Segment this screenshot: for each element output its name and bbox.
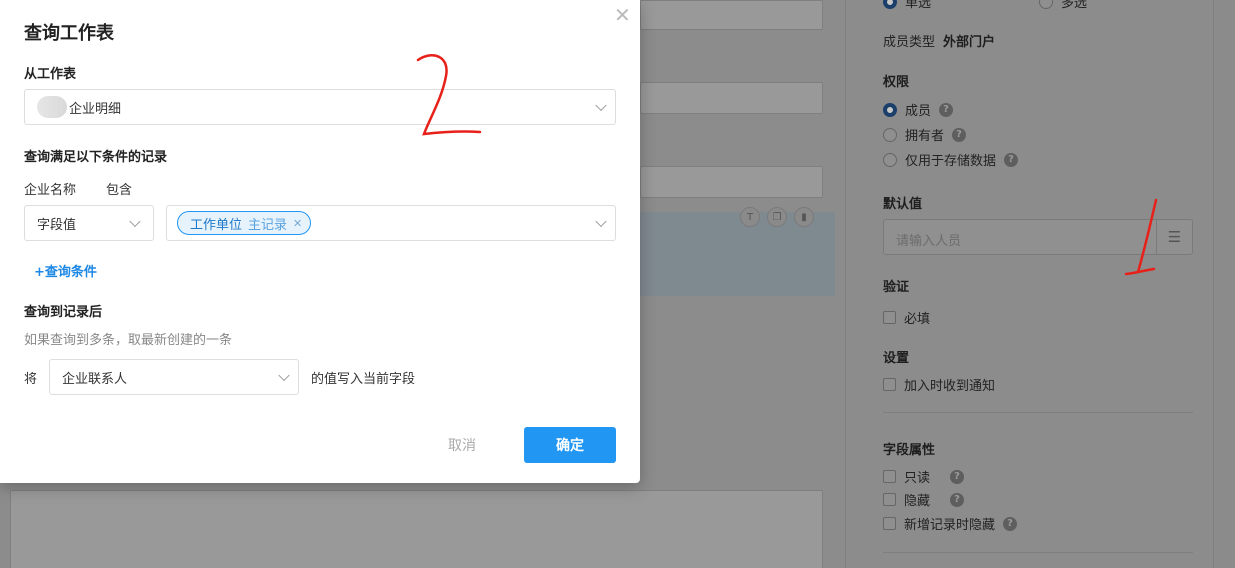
source-sheet-select[interactable]: 企业明细	[24, 89, 616, 125]
query-worksheet-dialog: 查询工作表 ✕ 从工作表 企业明细 查询满足以下条件的记录 企业名称 包含 字段…	[0, 0, 640, 483]
divider	[883, 552, 1193, 553]
write-field-select[interactable]: 企业联系人	[49, 359, 299, 395]
bg-field-2	[640, 82, 823, 114]
radio-storage[interactable]	[883, 152, 897, 167]
radio-single[interactable]	[883, 0, 897, 9]
close-icon[interactable]: ✕	[614, 5, 631, 25]
hidden-row[interactable]: 隐藏 ?	[883, 490, 965, 509]
help-icon[interactable]: ?	[1004, 152, 1019, 167]
list-add-icon[interactable]: ☰	[1156, 220, 1192, 254]
chevron-down-icon	[595, 99, 607, 112]
selection-mode-row: 单选 多选	[883, 0, 1087, 11]
radio-multi[interactable]	[1039, 0, 1054, 9]
readonly-row[interactable]: 只读 ?	[883, 467, 965, 486]
field-tag: 工作单位 主记录 ✕	[177, 211, 312, 235]
hidden-label: 隐藏	[904, 494, 931, 509]
permission-option-member[interactable]: 成员 ?	[883, 100, 954, 119]
panel-scrollbar[interactable]	[1213, 0, 1235, 568]
copy-icon: ❐	[767, 207, 787, 227]
sheet-avatar	[37, 96, 67, 118]
bg-field-3	[640, 166, 823, 198]
help-icon[interactable]: ?	[952, 127, 967, 142]
help-icon[interactable]: ?	[1003, 516, 1018, 531]
default-title: 默认值	[883, 197, 923, 212]
settings-title: 设置	[883, 351, 910, 366]
permission-option-owner[interactable]: 拥有者 ?	[883, 125, 967, 144]
field-attr-title: 字段属性	[883, 443, 936, 458]
permission-owner-label: 拥有者	[905, 129, 945, 144]
value-type-select[interactable]: 字段值	[24, 205, 154, 241]
hide-on-new-checkbox[interactable]	[883, 517, 896, 530]
conditions-label: 查询满足以下条件的记录	[24, 150, 168, 165]
bg-field-1	[640, 0, 823, 30]
required-row[interactable]: 必填	[883, 308, 930, 327]
chevron-down-icon	[129, 215, 141, 228]
bg-field-tools: T ❐ ▮	[740, 207, 814, 227]
divider	[883, 412, 1193, 413]
member-type-label: 成员类型	[883, 35, 936, 50]
hide-on-new-label: 新增记录时隐藏	[904, 518, 996, 533]
option-single-label: 单选	[905, 0, 932, 11]
bg-field-4	[10, 490, 823, 568]
radio-owner[interactable]	[883, 127, 897, 142]
help-icon[interactable]: ?	[950, 492, 965, 507]
option-multi-label: 多选	[1061, 0, 1088, 11]
add-condition-button[interactable]: +查询条件	[34, 261, 97, 280]
write-prefix: 将	[24, 372, 38, 387]
default-member-placeholder[interactable]: 请输入人员	[884, 220, 1156, 254]
default-member-input[interactable]: 请输入人员 ☰	[883, 219, 1193, 255]
dialog-title: 查询工作表	[24, 23, 114, 44]
validate-title: 验证	[883, 280, 910, 295]
notify-row[interactable]: 加入时收到通知	[883, 375, 995, 394]
chevron-down-icon	[595, 215, 607, 228]
write-suffix: 的值写入当前字段	[311, 372, 416, 387]
permission-option-storage[interactable]: 仅用于存储数据 ?	[883, 150, 1019, 169]
source-sheet-label: 从工作表	[24, 67, 77, 82]
after-query-label: 查询到记录后	[24, 305, 103, 320]
readonly-label: 只读	[904, 471, 931, 486]
permission-storage-label: 仅用于存储数据	[905, 154, 997, 169]
condition-field-name: 企业名称	[24, 183, 77, 198]
chevron-down-icon	[278, 369, 290, 382]
member-type-value: 外部门户	[943, 35, 996, 50]
help-icon[interactable]: ?	[939, 102, 954, 117]
permission-title: 权限	[883, 75, 910, 90]
field-tag-sub: 主记录	[248, 217, 288, 233]
permission-member-label: 成员	[905, 104, 932, 119]
trash-icon: ▮	[794, 207, 814, 227]
text-icon: T	[740, 207, 760, 227]
help-icon[interactable]: ?	[950, 469, 965, 484]
after-query-hint: 如果查询到多条，取最新创建的一条	[24, 333, 233, 348]
value-type-value: 字段值	[37, 217, 77, 233]
field-tag-main: 工作单位	[190, 217, 243, 233]
required-checkbox[interactable]	[883, 311, 896, 324]
readonly-checkbox[interactable]	[883, 470, 896, 483]
hide-on-new-row[interactable]: 新增记录时隐藏 ?	[883, 514, 1018, 533]
condition-operator[interactable]: 包含	[106, 179, 132, 198]
member-type-row: 成员类型 外部门户	[883, 31, 995, 50]
cancel-button[interactable]: 取消	[436, 435, 488, 455]
notify-label: 加入时收到通知	[904, 379, 996, 394]
required-label: 必填	[904, 312, 931, 327]
hidden-checkbox[interactable]	[883, 493, 896, 506]
tag-remove-icon[interactable]: ✕	[293, 217, 302, 230]
confirm-button[interactable]: 确定	[524, 427, 616, 463]
condition-value-select[interactable]: 工作单位 主记录 ✕	[166, 205, 616, 241]
radio-member[interactable]	[883, 102, 897, 117]
source-sheet-value: 企业明细	[69, 101, 122, 117]
write-field-value: 企业联系人	[62, 371, 128, 387]
notify-checkbox[interactable]	[883, 378, 896, 391]
